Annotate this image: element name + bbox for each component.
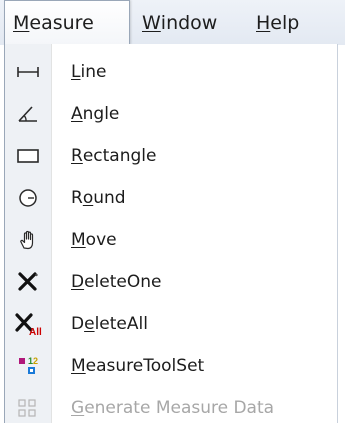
delete-all-icon: All xyxy=(11,308,45,340)
menu-item-delete-all[interactable]: All De leteAll xyxy=(5,303,337,345)
measure-dropdown-menu: Line Angle Rectangle R o und M ove D ele… xyxy=(4,44,338,423)
menu-item-generate-measure-data-label: Generate Measure Data xyxy=(71,398,275,418)
angle-icon xyxy=(11,98,45,130)
menu-measure[interactable]: Measure xyxy=(4,0,130,45)
menu-item-round[interactable]: Ro und xyxy=(5,177,337,219)
menu-window-accelerator: W xyxy=(142,11,161,34)
menu-help-label-rest: elp xyxy=(270,11,300,34)
menu-window[interactable]: Window xyxy=(136,0,217,45)
menu-help[interactable]: Help xyxy=(250,0,299,45)
menu-help-accelerator: H xyxy=(256,11,271,34)
round-icon xyxy=(11,182,45,214)
svg-text:All: All xyxy=(29,327,42,336)
tool-set-icon: 1 2 xyxy=(11,350,45,382)
line-icon xyxy=(11,56,45,88)
menu-window-label-rest: indow xyxy=(160,11,218,34)
menu-item-move[interactable]: Move xyxy=(5,219,337,261)
menu-item-line[interactable]: Line xyxy=(5,51,337,93)
menu-measure-accelerator: M xyxy=(13,12,30,34)
menu-item-line-label: Line xyxy=(71,62,107,82)
menu-item-generate-measure-data: Generate Measure Data xyxy=(5,387,337,423)
rectangle-icon xyxy=(11,140,45,172)
menu-measure-label-rest: easure xyxy=(29,12,94,34)
menu-item-angle-label: Angle xyxy=(71,104,120,124)
menu-item-measure-tool-set[interactable]: 1 2 MeasureToolSet xyxy=(5,345,337,387)
menu-bar: Measure Window Help xyxy=(0,0,345,45)
menu-item-rectangle[interactable]: Rectangle xyxy=(5,135,337,177)
menu-item-delete-one-label: DeleteOne xyxy=(71,272,162,292)
delete-one-icon xyxy=(11,266,45,298)
menu-item-delete-all-label: De leteAll xyxy=(71,314,148,334)
menu-item-move-label: Move xyxy=(71,230,117,250)
hand-icon xyxy=(11,224,45,256)
menu-item-rectangle-label: Rectangle xyxy=(71,146,157,166)
svg-text:2: 2 xyxy=(33,356,38,366)
menu-item-delete-one[interactable]: DeleteOne xyxy=(5,261,337,303)
menu-item-measure-tool-set-label: MeasureToolSet xyxy=(71,356,205,376)
generate-data-icon xyxy=(11,392,45,423)
app-root: Measure Window Help Line A ngle R ectang… xyxy=(0,0,345,423)
menu-item-round-label: Ro und xyxy=(71,188,126,208)
menu-item-angle[interactable]: Angle xyxy=(5,93,337,135)
